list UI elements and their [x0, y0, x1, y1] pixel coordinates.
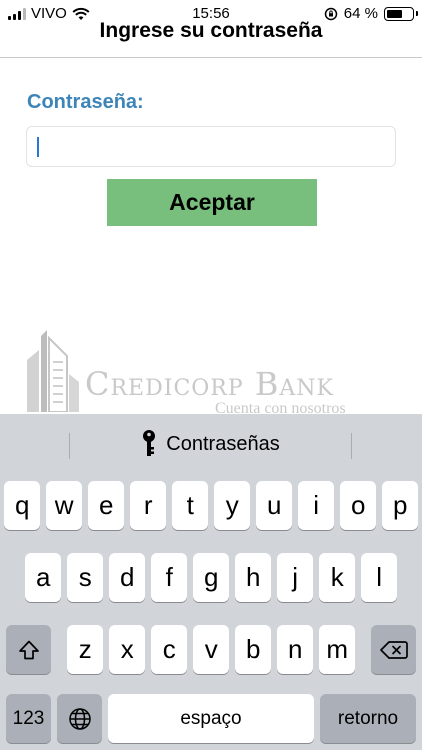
key-w[interactable]: w — [46, 481, 83, 530]
globe-key[interactable] — [57, 694, 102, 743]
key-t[interactable]: t — [172, 481, 209, 530]
backspace-key[interactable] — [371, 625, 416, 674]
key-y[interactable]: y — [214, 481, 251, 530]
backspace-icon — [379, 640, 408, 659]
key-b[interactable]: b — [235, 625, 272, 674]
bank-logo: Credicorp Bank Cuenta con nosotros — [25, 330, 395, 420]
key-g[interactable]: g — [193, 553, 230, 602]
accept-button[interactable]: Aceptar — [107, 179, 317, 226]
key-f[interactable]: f — [151, 553, 188, 602]
key-h[interactable]: h — [235, 553, 272, 602]
key-x[interactable]: x — [109, 625, 146, 674]
space-key[interactable]: espaço — [108, 694, 314, 743]
password-label: Contraseña: — [27, 91, 144, 113]
return-key[interactable]: retorno — [320, 694, 416, 743]
passwords-suggestion[interactable]: Contraseñas — [0, 430, 422, 458]
key-v[interactable]: v — [193, 625, 230, 674]
building-icon — [27, 330, 79, 412]
keyboard: Contraseñas qwertyuiop asdfghjkl zxcvbnm… — [0, 414, 422, 750]
key-k[interactable]: k — [319, 553, 356, 602]
shift-key[interactable] — [6, 625, 51, 674]
globe-icon — [68, 707, 91, 730]
key-p[interactable]: p — [382, 481, 419, 530]
key-icon — [143, 430, 156, 456]
key-u[interactable]: u — [256, 481, 293, 530]
key-q[interactable]: q — [4, 481, 41, 530]
numbers-key[interactable]: 123 — [6, 694, 51, 743]
key-j[interactable]: j — [277, 553, 314, 602]
key-n[interactable]: n — [277, 625, 314, 674]
text-cursor — [37, 137, 39, 157]
key-o[interactable]: o — [340, 481, 377, 530]
key-l[interactable]: l — [361, 553, 398, 602]
key-s[interactable]: s — [67, 553, 104, 602]
page-title: Ingrese su contraseña — [99, 19, 323, 42]
key-m[interactable]: m — [319, 625, 356, 674]
key-a[interactable]: a — [25, 553, 62, 602]
key-c[interactable]: c — [151, 625, 188, 674]
suggestion-bar: Contraseñas — [0, 414, 422, 472]
passwords-label: Contraseñas — [166, 432, 280, 455]
shift-icon — [18, 640, 39, 659]
key-e[interactable]: e — [88, 481, 125, 530]
logo-name: Credicorp Bank — [85, 365, 334, 403]
key-d[interactable]: d — [109, 553, 146, 602]
nav-bar: Ingrese su contraseña — [0, 0, 422, 58]
password-field[interactable] — [26, 126, 396, 167]
key-z[interactable]: z — [67, 625, 104, 674]
key-i[interactable]: i — [298, 481, 335, 530]
key-r[interactable]: r — [130, 481, 167, 530]
